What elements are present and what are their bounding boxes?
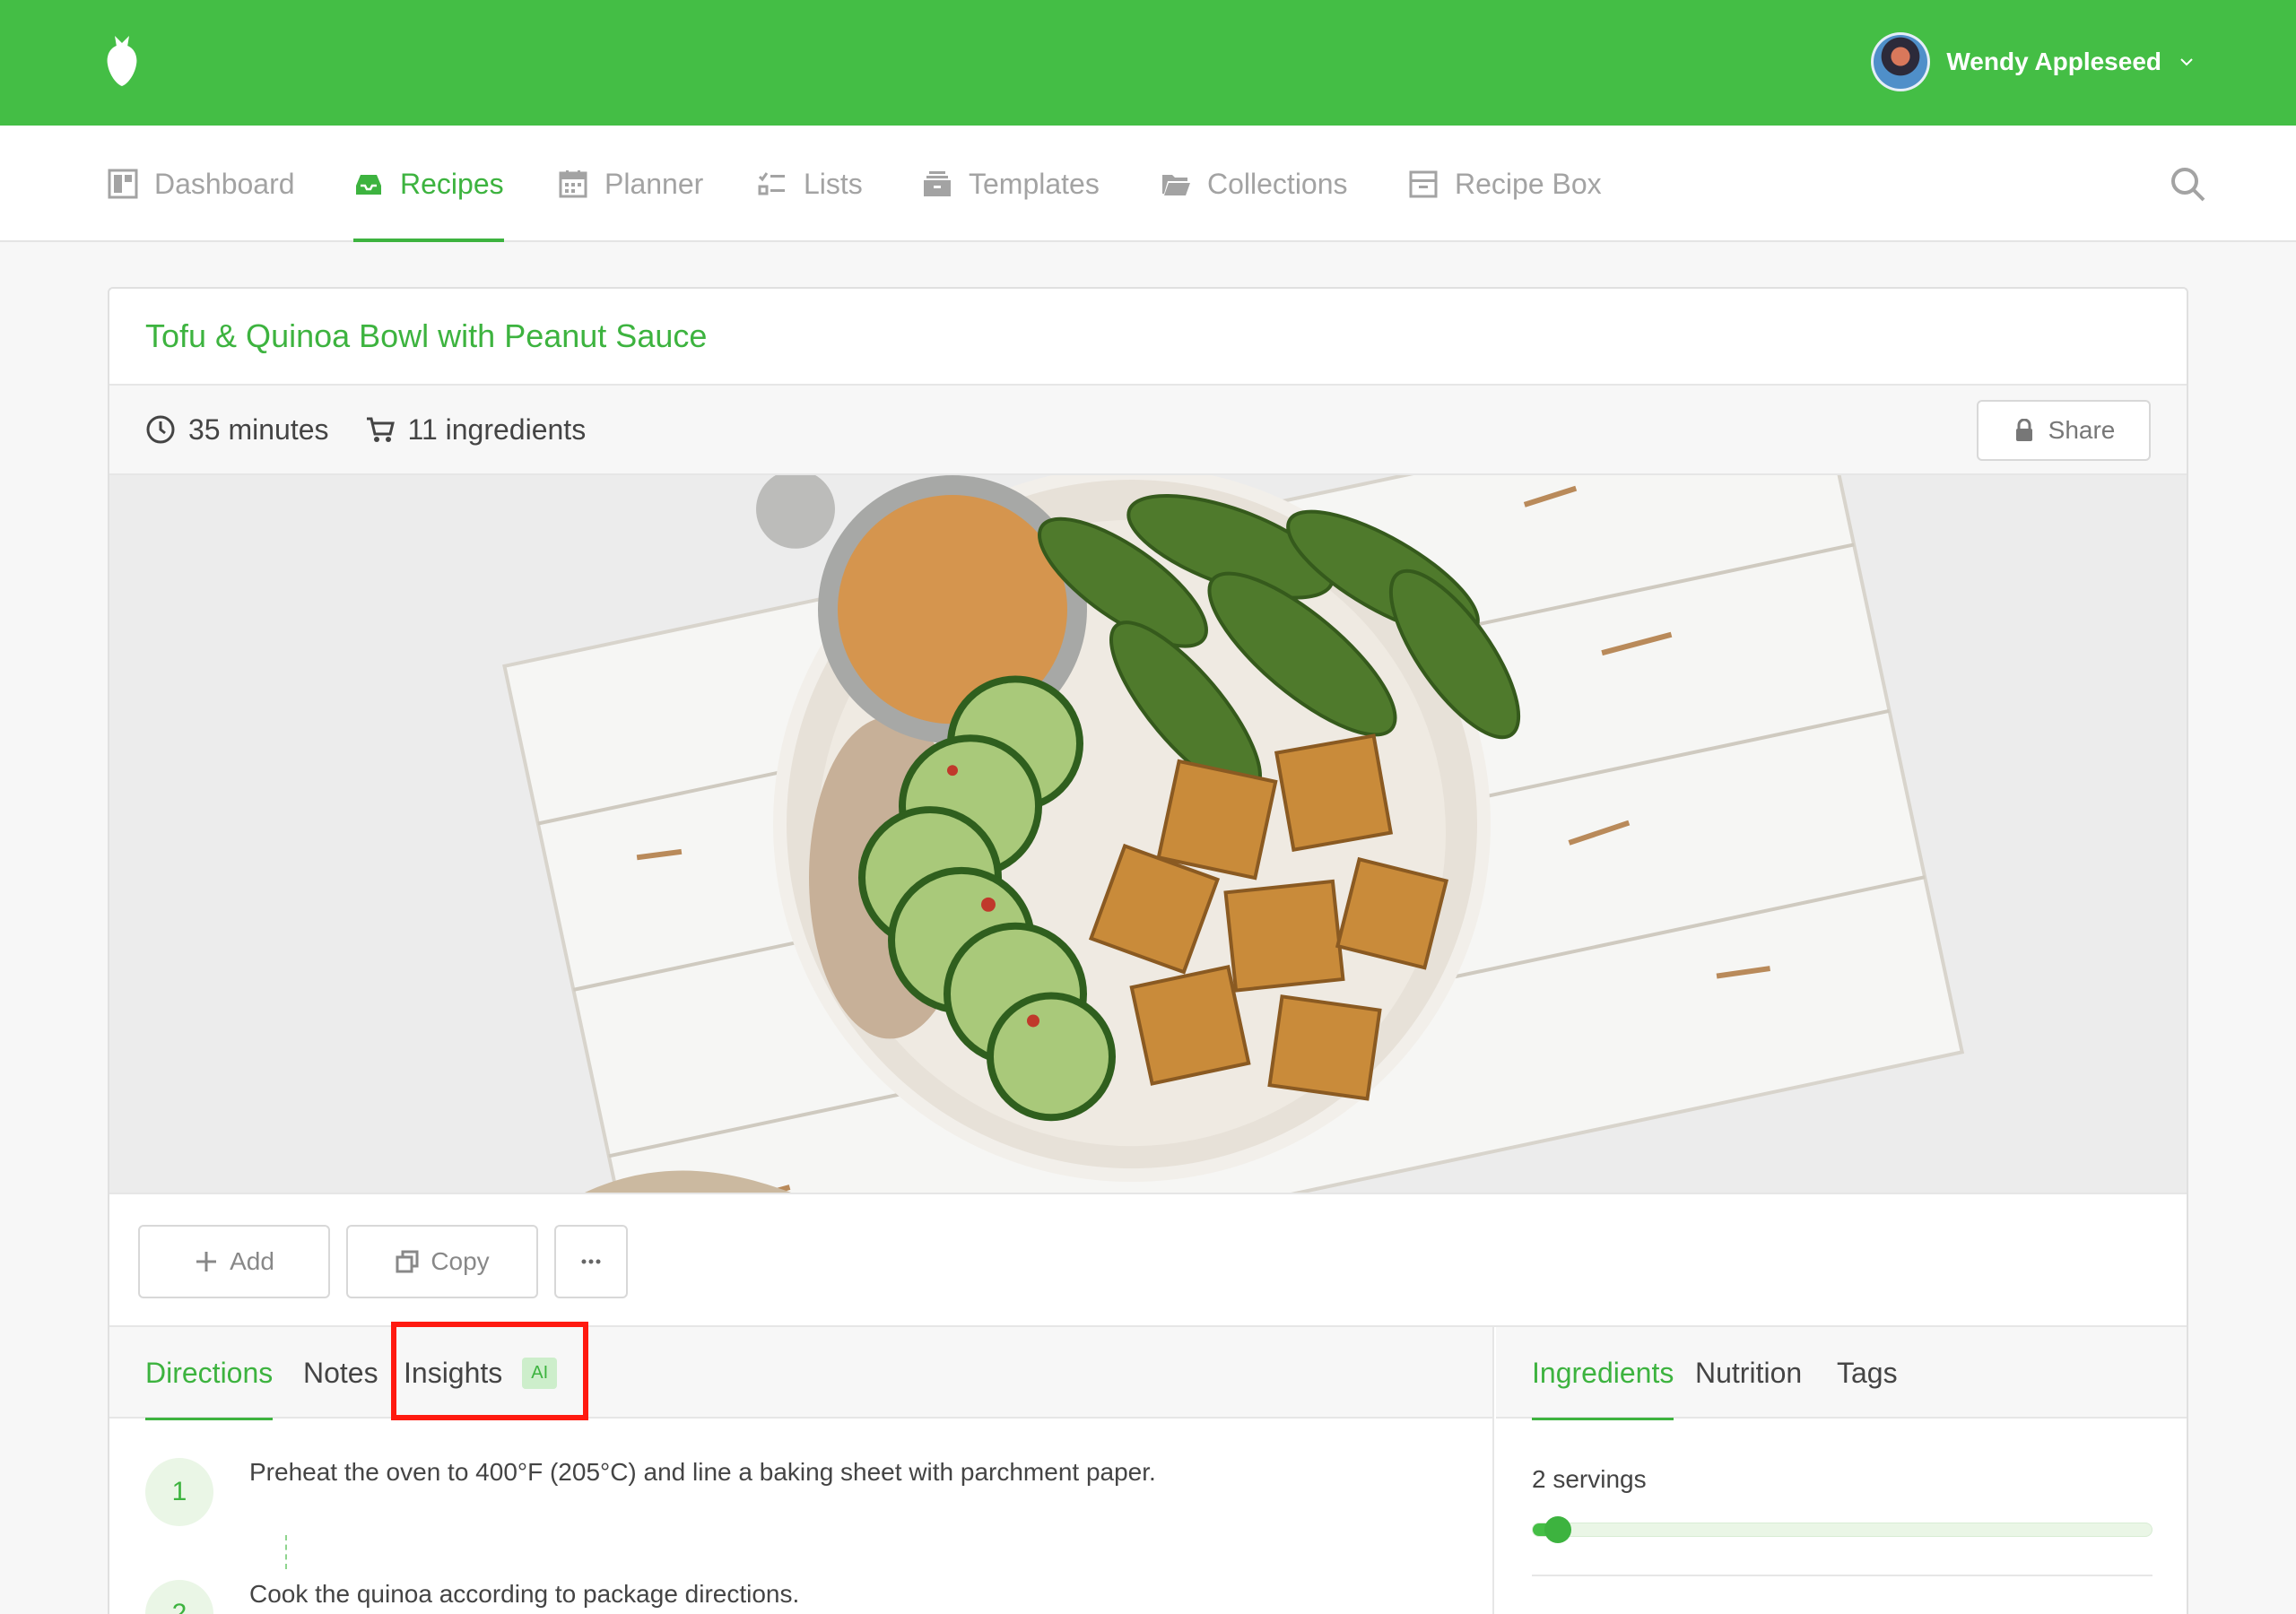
recipe-details: Directions Notes Insights AI 1 Preheat t… <box>109 1322 2187 1614</box>
nav-label: Recipe Box <box>1455 167 1602 200</box>
user-name: Wendy Appleseed <box>1946 48 2161 75</box>
recipe-header: Tofu & Quinoa Bowl with Peanut Sauce <box>109 289 2187 386</box>
add-label: Add <box>230 1247 274 1275</box>
direction-step: 2 Cook the quinoa according to package d… <box>145 1580 799 1614</box>
tab-notes[interactable]: Notes <box>303 1327 378 1419</box>
avatar <box>1871 32 1931 91</box>
servings-slider[interactable] <box>1532 1516 2152 1543</box>
nav-label: Collections <box>1207 167 1348 200</box>
search-icon[interactable] <box>2169 165 2206 203</box>
servings-label: 2 servings <box>1532 1465 1647 1493</box>
recipe-photo <box>109 475 2187 1194</box>
tab-insights-label: Insights <box>404 1356 503 1389</box>
nav-item-recipe-box[interactable]: Recipe Box <box>1408 126 1602 242</box>
step-number: 1 <box>145 1458 213 1526</box>
tab-tags[interactable]: Tags <box>1837 1327 1898 1419</box>
step-connector <box>285 1535 287 1569</box>
nav-label: Dashboard <box>154 167 295 200</box>
add-button[interactable]: Add <box>138 1225 330 1298</box>
lock-icon <box>2015 419 2032 441</box>
step-number: 2 <box>145 1580 213 1614</box>
template-stack-icon <box>924 171 951 196</box>
inbox-tray-icon <box>356 175 381 195</box>
cart-icon <box>366 417 395 442</box>
tab-ingredients[interactable]: Ingredients <box>1532 1327 1674 1420</box>
checklist-icon <box>758 172 785 195</box>
copy-icon <box>396 1250 419 1273</box>
main-nav: Dashboard Recipes Planner Lists Template… <box>0 126 2296 242</box>
tab-directions[interactable]: Directions <box>145 1327 274 1420</box>
nav-item-lists[interactable]: Lists <box>757 126 863 242</box>
nav-item-templates[interactable]: Templates <box>922 126 1100 242</box>
ai-badge: AI <box>522 1357 558 1389</box>
recipe-card: Tofu & Quinoa Bowl with Peanut Sauce 35 … <box>108 287 2188 1614</box>
calendar-icon <box>559 170 587 198</box>
cook-time: 35 minutes <box>145 413 329 447</box>
ellipsis-icon <box>581 1259 601 1264</box>
user-menu[interactable]: Wendy Appleseed <box>1871 32 2196 91</box>
copy-button[interactable]: Copy <box>346 1225 538 1298</box>
direction-step: 1 Preheat the oven to 400°F (205°C) and … <box>145 1458 1156 1526</box>
share-button[interactable]: Share <box>1977 400 2151 461</box>
recipe-actions: Add Copy <box>109 1194 2187 1327</box>
nav-item-collections[interactable]: Collections <box>1161 126 1348 242</box>
cook-time-value: 35 minutes <box>188 412 329 446</box>
left-tab-bar: Directions Notes Insights AI <box>109 1322 1492 1420</box>
step-text: Preheat the oven to 400°F (205°C) and li… <box>249 1458 1156 1486</box>
ingredient-count: 11 ingredients <box>365 412 587 447</box>
step-text: Cook the quinoa according to package dir… <box>249 1580 800 1608</box>
nav-item-dashboard[interactable]: Dashboard <box>108 126 295 242</box>
nav-label: Recipes <box>400 167 504 200</box>
recipe-meta: 35 minutes 11 ingredients Share <box>109 386 2187 475</box>
nav-label: Planner <box>604 167 704 200</box>
nav-item-recipes[interactable]: Recipes <box>353 126 504 242</box>
top-bar: Wendy Appleseed <box>0 0 2296 126</box>
recipe-title: Tofu & Quinoa Bowl with Peanut Sauce <box>145 317 708 354</box>
share-label: Share <box>2048 416 2116 444</box>
food-bowl-image <box>109 475 2187 1193</box>
divider <box>1532 1575 2152 1576</box>
dashboard-icon <box>108 169 138 199</box>
tab-insights[interactable]: Insights AI <box>404 1327 558 1419</box>
folder-icon <box>1162 175 1190 195</box>
nav-label: Lists <box>804 167 863 200</box>
nav-label: Templates <box>969 167 1100 200</box>
nav-item-planner[interactable]: Planner <box>558 126 703 242</box>
ingredients-pane: Ingredients Nutrition Tags 2 servings <box>1496 1327 2187 1614</box>
right-tab-bar: Ingredients Nutrition Tags <box>1496 1327 2187 1420</box>
servings-slider-handle[interactable] <box>1544 1516 1571 1543</box>
more-options-button[interactable] <box>554 1225 628 1298</box>
ingredient-count-value: 11 ingredients <box>407 412 587 446</box>
chevron-down-icon <box>2180 58 2193 66</box>
clock-icon <box>146 415 175 444</box>
directions-pane: Directions Notes Insights AI 1 Preheat t… <box>109 1322 1494 1614</box>
plus-icon <box>196 1252 217 1271</box>
radish-logo-icon[interactable] <box>104 32 140 90</box>
tab-nutrition[interactable]: Nutrition <box>1695 1327 1802 1419</box>
box-icon <box>1409 170 1438 198</box>
copy-label: Copy <box>430 1247 490 1275</box>
